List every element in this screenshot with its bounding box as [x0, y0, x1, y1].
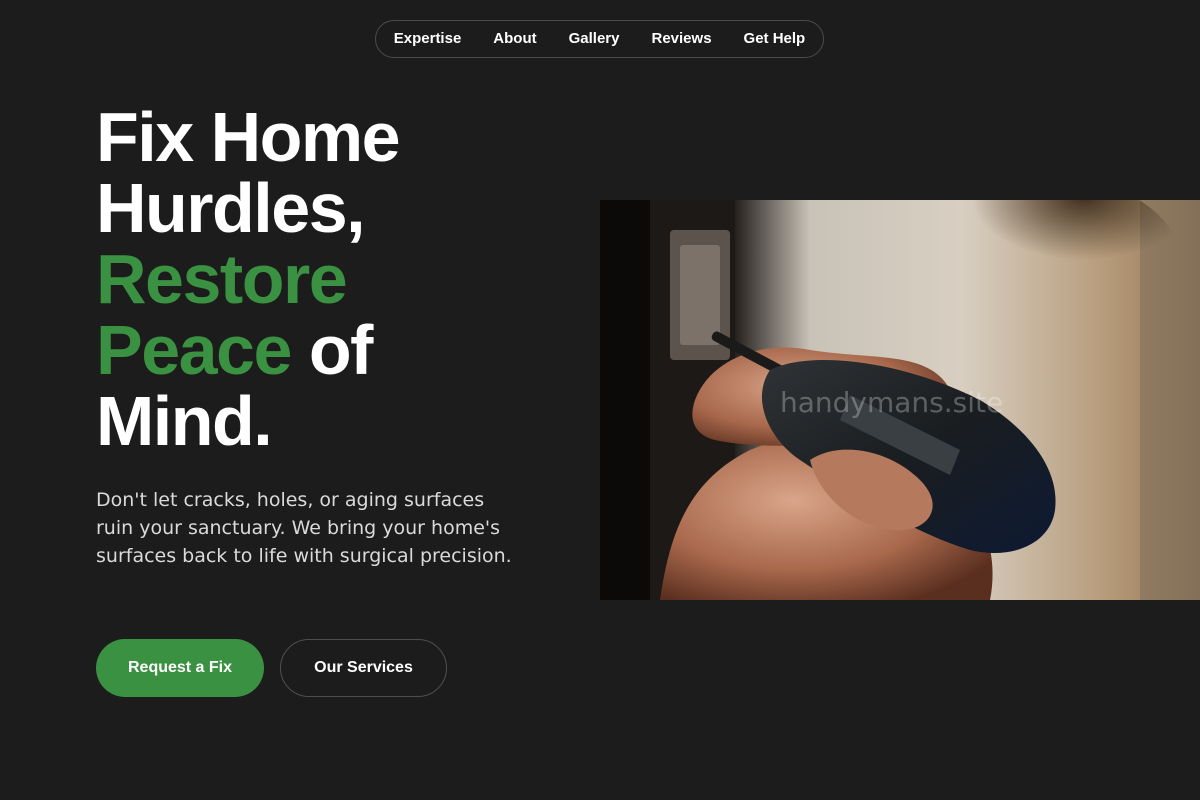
- nav-item-reviews[interactable]: Reviews: [636, 21, 728, 57]
- nav-item-expertise[interactable]: Expertise: [378, 21, 478, 57]
- headline-line-1: Fix Home: [96, 98, 401, 176]
- hero-image: handymans.site: [600, 200, 1200, 600]
- headline-line-3: Restore: [96, 240, 348, 318]
- image-watermark: handymans.site: [780, 386, 1004, 419]
- our-services-button[interactable]: Our Services: [280, 639, 447, 697]
- headline-peace: Peace: [96, 311, 292, 389]
- request-fix-button[interactable]: Request a Fix: [96, 639, 264, 697]
- top-nav: Expertise About Gallery Reviews Get Help: [375, 20, 824, 58]
- hero-headline: Fix Home Hurdles, Restore Peace of Mind.: [96, 98, 401, 460]
- nav-item-get-help[interactable]: Get Help: [728, 21, 822, 57]
- headline-line-4: Peace of: [96, 315, 399, 386]
- hero-description: Don't let cracks, holes, or aging surfac…: [96, 489, 512, 567]
- headline-line-5: Mind.: [96, 382, 273, 460]
- nav-item-gallery[interactable]: Gallery: [553, 21, 636, 57]
- headline-line-2: Hurdles,: [96, 169, 366, 247]
- nav-item-about[interactable]: About: [477, 21, 552, 57]
- headline-of: of: [290, 311, 374, 389]
- page: Expertise About Gallery Reviews Get Help…: [0, 0, 1200, 800]
